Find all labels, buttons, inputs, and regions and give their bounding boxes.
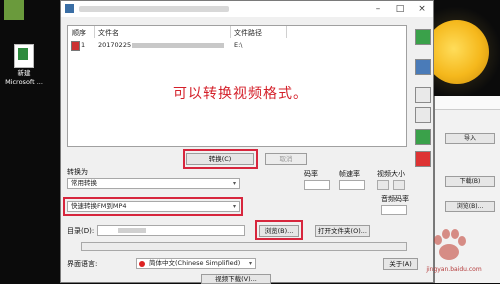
bitrate-field[interactable]: [304, 180, 330, 190]
window-title-blurred: [79, 6, 229, 12]
add-file-icon[interactable]: [415, 29, 431, 45]
file-list[interactable]: 顺序 文件名 文件路径 1 20170225 E:\ 可以转换视频格式。: [67, 25, 407, 147]
directory-label: 目录(D):: [67, 227, 95, 235]
directory-input[interactable]: [97, 225, 245, 236]
desktop-shortcut-label: 新建 Microsoft ...: [5, 69, 43, 86]
column-header-filename[interactable]: 文件名: [98, 28, 119, 38]
window-titlebar: – □ ×: [61, 1, 433, 17]
audio-bitrate-label: 音频码率: [381, 195, 409, 203]
baidu-logo-icon: [434, 229, 466, 260]
video-size-label: 视频大小: [377, 170, 405, 178]
row-index[interactable]: 1: [81, 41, 85, 49]
minimize-button[interactable]: –: [367, 1, 389, 17]
progress-bar: [81, 242, 407, 251]
highlight-box: [183, 149, 258, 169]
open-folder-button[interactable]: 打开文件夹(O)...: [315, 225, 370, 237]
video-file-icon: [71, 41, 80, 51]
convert-to-label: 转换为: [67, 168, 88, 176]
filename-blurred: [132, 43, 224, 48]
directory-blurred: [118, 228, 146, 233]
secondary-window-titlebar: [435, 96, 500, 110]
chevron-down-icon: ▾: [248, 260, 252, 267]
bitrate-label: 码率: [304, 170, 318, 178]
convert-category-select[interactable]: 常用转换 ▾: [67, 178, 240, 189]
highlight-box: [255, 220, 303, 240]
excel-file-icon: [14, 44, 34, 68]
maximize-button[interactable]: □: [389, 1, 411, 17]
import-button[interactable]: 导入: [445, 133, 495, 144]
ui-language-label: 界面语言:: [67, 260, 98, 268]
watermark-text: jingyan.baidu.com: [426, 266, 482, 273]
list-toolbar: [413, 25, 433, 167]
chevron-down-icon: ▾: [232, 180, 236, 187]
convert-category-value: 常用转换: [71, 179, 97, 187]
framerate-field[interactable]: [339, 180, 365, 190]
column-header-location[interactable]: 文件路径: [234, 28, 262, 38]
move-up-icon[interactable]: [415, 87, 431, 103]
column-divider: [94, 26, 95, 38]
desktop-shortcut-excel[interactable]: 新建 Microsoft ...: [4, 44, 44, 94]
desktop-app-icon[interactable]: [4, 0, 24, 20]
row-filename[interactable]: 20170225: [98, 41, 131, 49]
sun-wallpaper: [425, 20, 489, 84]
download-button[interactable]: 下载(B): [445, 176, 495, 187]
remove-icon[interactable]: [415, 151, 431, 167]
row-path[interactable]: E:\: [234, 41, 243, 49]
ui-language-select[interactable]: 简体中文(Chinese Simplified) ▾: [136, 258, 256, 269]
ui-language-value: 简体中文(Chinese Simplified): [149, 259, 241, 267]
cancel-button[interactable]: 取消: [265, 153, 307, 165]
annotation-text: 可以转换视频格式。: [173, 86, 308, 102]
baidu-watermark: jingyan.baidu.com: [410, 228, 498, 282]
column-divider: [230, 26, 231, 38]
play-icon[interactable]: [415, 129, 431, 145]
move-down-icon[interactable]: [415, 107, 431, 123]
app-icon: [65, 4, 74, 13]
converter-window: – □ × 顺序 文件名 文件路径 1 20170225 E:\ 可以转换视频格…: [60, 0, 434, 284]
width-field[interactable]: [377, 180, 389, 190]
height-field[interactable]: [393, 180, 405, 190]
side-browse-button[interactable]: 浏览(B)...: [445, 201, 495, 212]
close-button[interactable]: ×: [411, 1, 433, 17]
framerate-label: 帧速率: [339, 170, 360, 178]
china-flag-icon: [139, 261, 145, 267]
highlight-box: [63, 197, 243, 216]
column-header-index[interactable]: 顺序: [72, 28, 86, 38]
column-divider: [286, 26, 287, 38]
audio-bitrate-field[interactable]: [381, 205, 407, 215]
save-icon[interactable]: [415, 59, 431, 75]
